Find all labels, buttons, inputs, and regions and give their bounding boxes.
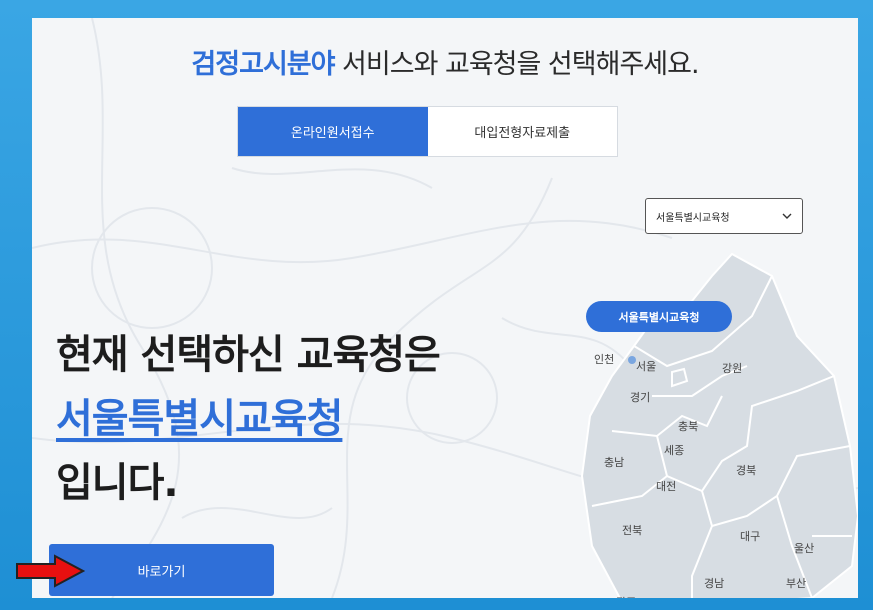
tab-admission-documents[interactable]: 대입전형자료제출	[428, 107, 618, 156]
selected-office-link[interactable]: 서울특별시교육청	[56, 387, 440, 451]
statement-line-1: 현재 선택하신 교육청은	[56, 332, 441, 378]
map-pin-label: 서울특별시교육청	[586, 301, 732, 332]
main-panel: 검정고시분야 서비스와 교육청을 선택해주세요. 온라인원서접수 대입전형자료제…	[32, 18, 858, 598]
map-label-chungnam[interactable]: 충남	[604, 456, 624, 469]
headline-rest: 서비스와 교육청을 선택해주세요.	[334, 49, 700, 80]
map-label-seoul[interactable]: 서울	[636, 360, 656, 373]
map-label-jeonbuk[interactable]: 전북	[622, 524, 642, 537]
red-arrow-icon	[16, 554, 85, 588]
map-label-ulsan[interactable]: 울산	[794, 542, 814, 555]
office-select-value: 서울특별시교육청	[656, 212, 730, 224]
tab-online-application[interactable]: 온라인원서접수	[238, 107, 428, 156]
korea-map[interactable]: 인천 서울 강원 경기 충북 세종 충남 대전 경북 전북 대구 울산 경남 부…	[572, 246, 858, 598]
selection-statement: 현재 선택하신 교육청은 서울특별시교육청 입니다.	[56, 323, 441, 515]
map-label-gangwon[interactable]: 강원	[722, 362, 742, 375]
map-label-gwangju[interactable]: 광주	[616, 596, 636, 598]
statement-line-3: 입니다.	[56, 460, 179, 506]
chevron-down-icon	[782, 213, 792, 219]
map-label-sejong[interactable]: 세종	[664, 444, 684, 457]
map-label-daegu[interactable]: 대구	[740, 530, 760, 543]
map-label-daejeon[interactable]: 대전	[656, 480, 676, 493]
map-label-busan[interactable]: 부산	[786, 577, 806, 590]
headline-accent: 검정고시분야	[191, 49, 335, 80]
map-label-gyeongnam[interactable]: 경남	[704, 577, 724, 590]
map-label-gyeonggi[interactable]: 경기	[630, 391, 650, 404]
seoul-marker	[628, 356, 636, 364]
map-label-gyeongbuk[interactable]: 경북	[736, 464, 756, 477]
page-headline: 검정고시분야 서비스와 교육청을 선택해주세요.	[32, 42, 858, 81]
office-select[interactable]: 서울특별시교육청	[645, 198, 803, 234]
map-label-chungbuk[interactable]: 충북	[678, 420, 698, 433]
map-label-incheon[interactable]: 인천	[594, 352, 614, 366]
service-tabs: 온라인원서접수 대입전형자료제출	[237, 106, 618, 157]
